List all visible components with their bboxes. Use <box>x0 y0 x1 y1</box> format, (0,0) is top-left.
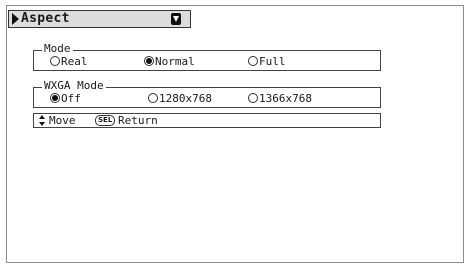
radio-unchecked-icon <box>148 93 158 103</box>
mode-option-label: Normal <box>155 55 195 68</box>
up-down-arrow-icon <box>39 115 45 126</box>
dropdown-arrow-icon[interactable] <box>171 13 181 25</box>
wxga-option-1280x768[interactable]: 1280x768 <box>148 92 212 105</box>
mode-option-full[interactable]: Full <box>248 55 286 68</box>
wxga-option-1366x768[interactable]: 1366x768 <box>248 92 312 105</box>
radio-unchecked-icon <box>248 56 258 66</box>
radio-unchecked-icon <box>248 93 258 103</box>
wxga-option-label: 1366x768 <box>259 92 312 105</box>
sel-key-icon: SEL <box>95 115 116 126</box>
menu-title: Aspect <box>21 11 70 26</box>
mode-group-legend: Mode <box>42 42 73 55</box>
help-bar: Move SEL Return <box>33 113 381 128</box>
mode-group: Mode Real Normal Full <box>33 42 381 71</box>
wxga-mode-group: WXGA Mode Off 1280x768 1366x768 <box>33 79 381 108</box>
wxga-option-label: Off <box>61 92 81 105</box>
osd-screen: Aspect Mode Real Normal Full WXGA Mode O… <box>6 5 464 263</box>
mode-option-real[interactable]: Real <box>50 55 88 68</box>
help-move-label: Move <box>49 114 76 127</box>
mode-option-label: Full <box>259 55 286 68</box>
mode-option-normal[interactable]: Normal <box>144 55 195 68</box>
radio-unchecked-icon <box>50 56 60 66</box>
wxga-option-off[interactable]: Off <box>50 92 81 105</box>
mode-option-label: Real <box>61 55 88 68</box>
help-return-label: Return <box>118 114 158 127</box>
wxga-option-label: 1280x768 <box>159 92 212 105</box>
wxga-group-legend: WXGA Mode <box>42 79 106 92</box>
menu-title-bar[interactable]: Aspect <box>8 10 191 28</box>
radio-checked-icon <box>144 56 154 66</box>
menu-marker-icon <box>12 13 19 25</box>
radio-checked-icon <box>50 93 60 103</box>
